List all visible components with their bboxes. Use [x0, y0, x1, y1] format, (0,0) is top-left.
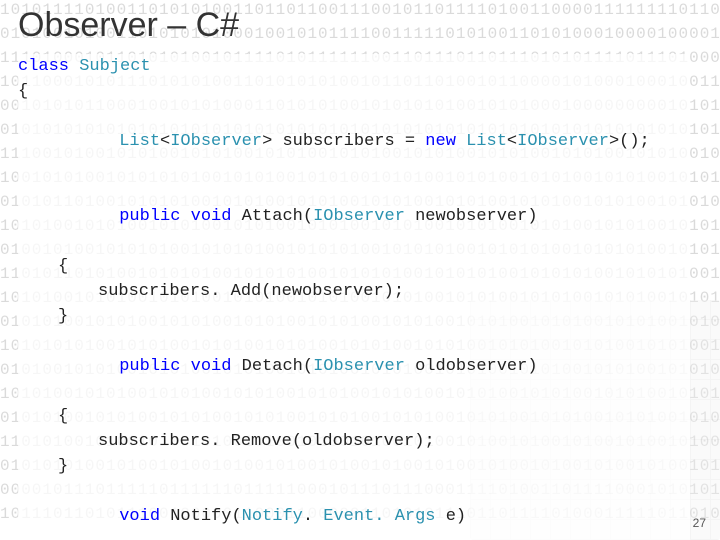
- page-number: 27: [693, 516, 706, 530]
- kw-class: class: [18, 57, 69, 76]
- attach-body: subscribers. Add(newobserver);: [18, 279, 690, 304]
- type-iobserver: IObserver: [170, 132, 262, 151]
- kw-new: new: [425, 132, 456, 151]
- brace: {: [18, 79, 690, 104]
- txt: > subscribers =: [262, 132, 425, 151]
- slide-title: Observer – C#: [18, 6, 239, 45]
- type-list: List: [119, 132, 160, 151]
- code-block: class Subject { List<IObserver> subscrib…: [18, 54, 690, 540]
- detach-body: subscribers. Remove(oldobserver);: [18, 429, 690, 454]
- slide: 1010111101001101010100110110110011100101…: [0, 0, 720, 540]
- type-subject: Subject: [79, 57, 150, 76]
